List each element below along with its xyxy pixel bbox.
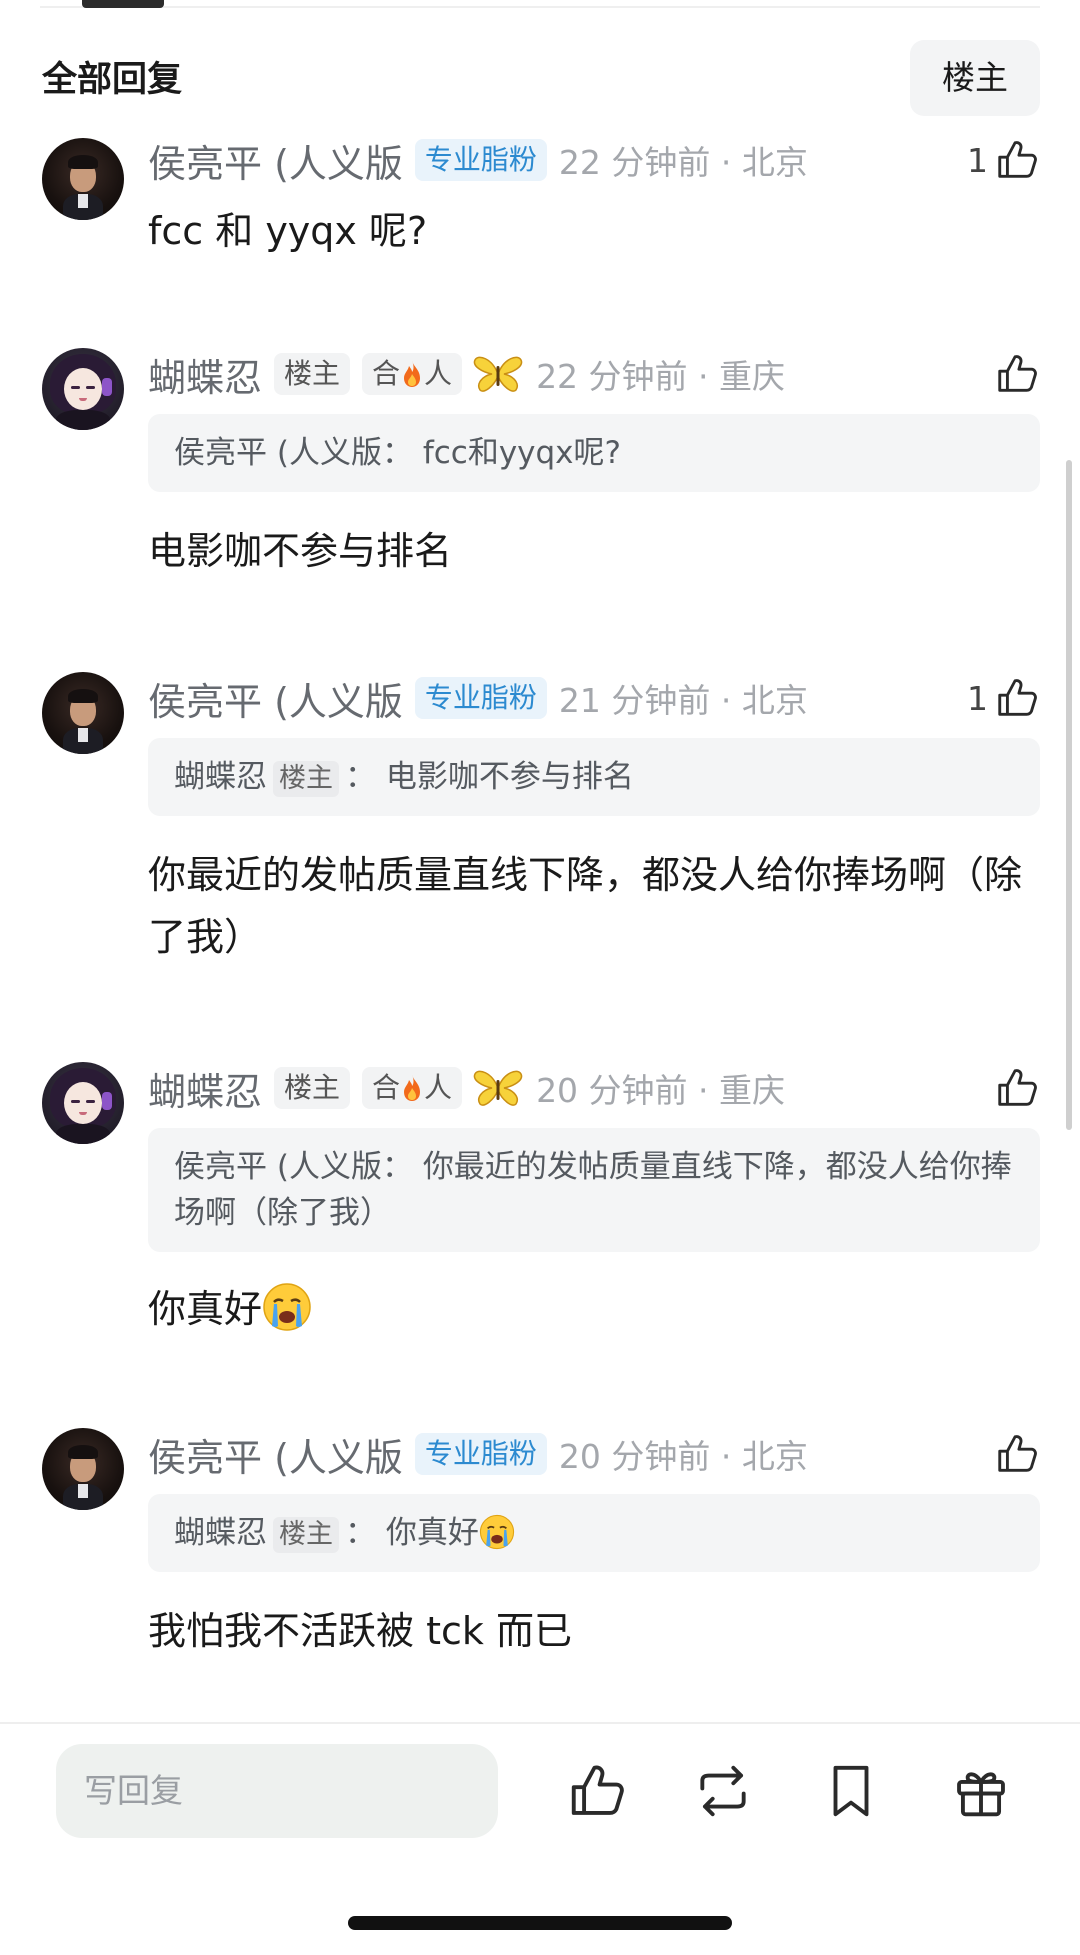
crying-face-emoji-icon [263,1283,311,1331]
active-tab-indicator [82,0,164,8]
quoted-author: 蝴蝶忍 [174,1515,267,1551]
like-button[interactable]: 1 [967,672,1040,724]
quoted-text: 你真好 [385,1515,479,1551]
username[interactable]: 侯亮平 (人义版 [148,133,403,188]
scrollbar[interactable] [1066,460,1072,1130]
timestamp-location: 20 分钟前 · 重庆 [536,1071,786,1110]
timestamp-location: 20 分钟前 · 北京 [558,1437,808,1476]
fire-icon [404,361,421,387]
quoted-text: fcc和yyqx呢? [422,435,621,471]
thumbs-up-icon [998,1069,1037,1106]
op-badge: 楼主 [274,1067,351,1109]
repost-icon[interactable] [692,1760,754,1822]
op-badge: 楼主 [273,1517,339,1553]
like-button[interactable] [988,1428,1040,1480]
comment-meta: 侯亮平 (人义版 专业脂粉 21 分钟前 · 北京 [148,672,808,724]
thumbs-up-icon[interactable] [566,1760,628,1822]
username[interactable]: 侯亮平 (人义版 [148,671,403,726]
avatar-poster-text-icon [48,144,118,154]
bottom-action-bar: 写回复 [0,1722,1080,1955]
gift-icon[interactable] [950,1760,1012,1822]
avatar[interactable] [42,1428,124,1510]
username[interactable]: 蝴蝶忍 [148,347,262,402]
comment-body: 我怕我不活跃被 tck 而已 [148,1609,572,1653]
quoted-author: 蝴蝶忍 [174,759,267,795]
comment-meta: 侯亮平 (人义版 专业脂粉 22 分钟前 · 北京 [148,134,808,186]
comment-body: fcc 和 yyqx 呢? [148,209,428,253]
he-fire-ren-badge[interactable]: 合人 [362,1067,463,1109]
bookmark-icon[interactable] [820,1760,882,1822]
quoted-author: 侯亮平 (人义版 [174,435,382,471]
replies-header: 全部回复 楼主 [42,40,1040,120]
quoted-author: 侯亮平 (人义版 [174,1149,382,1185]
like-button[interactable] [988,348,1040,400]
quoted-reply[interactable]: 蝴蝶忍 楼主： 电影咖不参与排名 [148,738,1040,816]
quoted-reply[interactable]: 蝴蝶忍 楼主： 你真好 [148,1494,1040,1572]
fire-icon [404,1075,421,1101]
avatar-poster-text-icon [48,678,118,688]
like-count: 1 [967,140,988,180]
thumbs-up-icon [998,1435,1037,1472]
fan-badge[interactable]: 专业脂粉 [414,139,547,181]
avatar[interactable] [42,138,124,220]
home-indicator [348,1916,732,1930]
he-fire-ren-badge[interactable]: 合人 [362,353,463,395]
like-count: 1 [967,678,988,718]
thumbs-up-icon [998,355,1037,392]
top-divider [40,6,1040,8]
fan-badge[interactable]: 专业脂粉 [414,677,547,719]
thumbs-up-icon [998,679,1037,716]
thumbs-up-icon [998,141,1037,178]
quoted-reply[interactable]: 侯亮平 (人义版： fcc和yyqx呢? [148,414,1040,492]
avatar[interactable] [42,672,124,754]
page-title: 全部回复 [42,60,183,100]
username[interactable]: 蝴蝶忍 [148,1061,262,1116]
like-button[interactable] [988,1062,1040,1114]
op-only-filter-button[interactable]: 楼主 [910,40,1040,116]
butterfly-icon [473,356,523,392]
butterfly-icon [473,1070,523,1106]
op-badge: 楼主 [273,761,339,797]
timestamp-location: 22 分钟前 · 重庆 [536,357,786,396]
avatar-poster-text-icon [48,1434,118,1444]
op-badge: 楼主 [274,353,351,395]
fan-badge[interactable]: 专业脂粉 [414,1433,547,1475]
comment-body: 电影咖不参与排名 [148,529,453,573]
comment-meta: 蝴蝶忍 楼主 合人 20 分钟前 · 重庆 [148,1062,785,1114]
comment-body: 你最近的发帖质量直线下降，都没人给你捧场啊（除了我） [148,853,1023,959]
reply-input[interactable]: 写回复 [56,1744,498,1838]
like-button[interactable]: 1 [967,134,1040,186]
crying-face-emoji-icon [479,1514,514,1550]
quoted-reply[interactable]: 侯亮平 (人义版： 你最近的发帖质量直线下降，都没人给你捧场啊（除了我） [148,1128,1040,1252]
quoted-text: 电影咖不参与排名 [385,759,634,795]
comment-body: 你真好 [148,1278,1030,1340]
avatar[interactable] [42,1062,124,1144]
username[interactable]: 侯亮平 (人义版 [148,1427,403,1482]
comment-meta: 蝴蝶忍 楼主 合人 22 分钟前 · 重庆 [148,348,785,400]
timestamp-location: 22 分钟前 · 北京 [558,143,808,182]
comment-meta: 侯亮平 (人义版 专业脂粉 20 分钟前 · 北京 [148,1428,808,1480]
timestamp-location: 21 分钟前 · 北京 [558,681,808,720]
avatar[interactable] [42,348,124,430]
